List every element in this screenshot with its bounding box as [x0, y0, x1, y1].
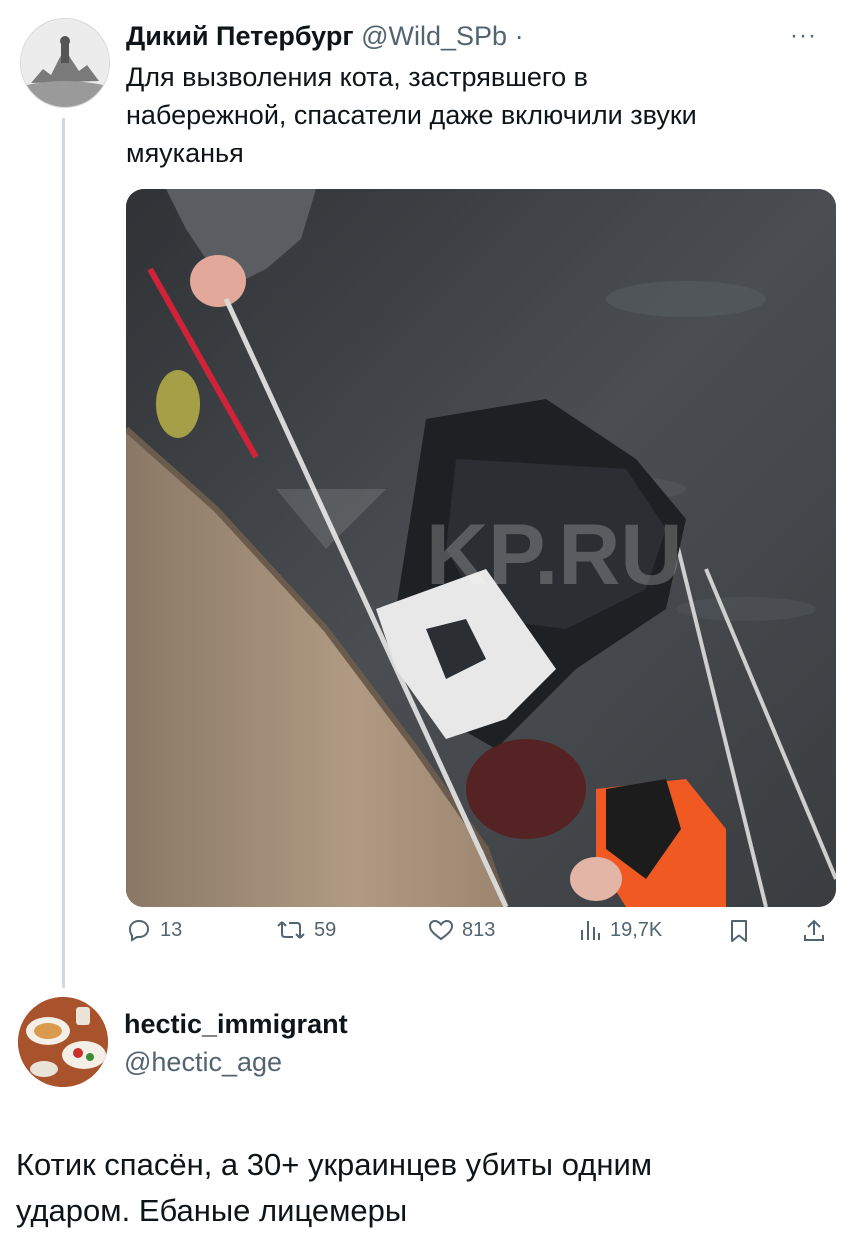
retweet-count: 59: [314, 918, 337, 941]
more-options-button[interactable]: ···: [790, 22, 817, 50]
avatar-image: [18, 997, 108, 1087]
views-icon: [581, 921, 600, 940]
views-button[interactable]: 19,7K: [578, 918, 662, 942]
share-button[interactable]: [802, 918, 826, 944]
reply-author-name[interactable]: hectic_immigrant: [124, 1008, 348, 1040]
author-handle[interactable]: @Wild_SPb: [361, 21, 507, 51]
thread-connector-line: [62, 118, 65, 988]
like-count: 813: [462, 918, 496, 941]
retweet-button[interactable]: 59: [276, 918, 336, 942]
retweet-icon: [277, 921, 305, 939]
bookmark-button[interactable]: [728, 918, 750, 944]
tweet-action-bar: 13 59 813 19,7K: [126, 918, 836, 952]
reply-text: Котик спасён, а 30+ украинцев убиты одни…: [16, 1147, 653, 1228]
author-name[interactable]: Дикий Петербург: [126, 21, 354, 51]
avatar-image: [21, 19, 109, 107]
author-avatar[interactable]: [20, 18, 110, 108]
bookmark-icon: [731, 920, 747, 942]
tweet-media-video[interactable]: KP.RU: [126, 189, 836, 907]
reply-icon: [128, 919, 150, 942]
reply-author-handle[interactable]: @hectic_age: [124, 1046, 282, 1078]
svg-text:KP.RU: KP.RU: [426, 507, 683, 603]
video-frame: KP.RU: [126, 189, 836, 907]
reply-count: 13: [160, 918, 183, 941]
header-separator: ·: [514, 21, 524, 51]
reply-author-avatar[interactable]: [18, 997, 108, 1087]
like-icon: [428, 919, 454, 941]
reply-button[interactable]: 13: [126, 918, 182, 942]
like-button[interactable]: 813: [428, 918, 495, 942]
tweet-text: Для вызволения кота, застрявшего в набер…: [126, 62, 697, 168]
tweet-header: Дикий Петербург @Wild_SPb ·: [126, 20, 524, 52]
views-count: 19,7K: [610, 918, 663, 941]
share-icon: [804, 919, 824, 941]
